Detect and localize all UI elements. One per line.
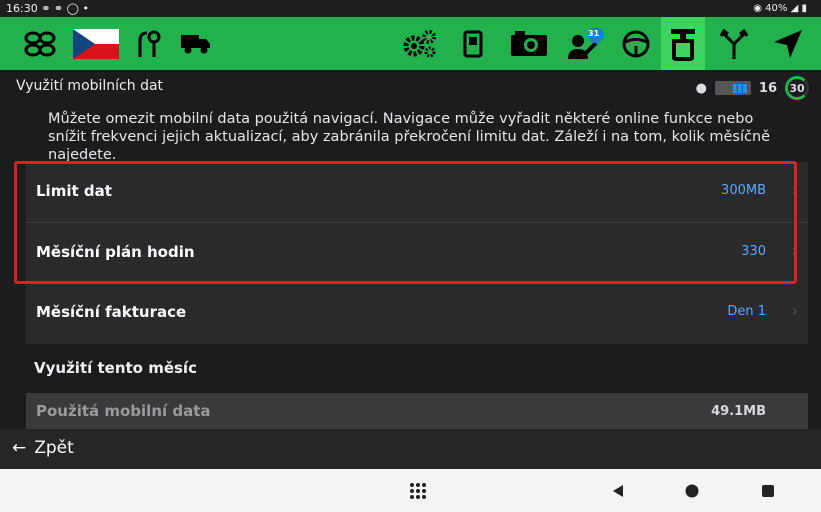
chevron-right-icon: › — [791, 301, 798, 320]
setting-label: Limit dat — [36, 182, 112, 200]
bottom-bar: ← Zpět — [0, 429, 821, 469]
chevron-right-icon: › — [791, 241, 798, 260]
setting-value: Den 1 — [727, 304, 766, 319]
fuel-icon[interactable] — [452, 21, 496, 66]
setting-value: 300MB — [721, 183, 766, 198]
link-icon: ⚭ — [41, 2, 51, 15]
header-counter: 16 — [758, 80, 777, 96]
navigate-icon[interactable] — [762, 21, 814, 66]
notification-badge: 31 — [588, 29, 600, 38]
czech-flag-icon[interactable] — [70, 21, 122, 66]
link-icon: ⚭ — [53, 2, 64, 15]
truck-icon[interactable] — [174, 21, 218, 66]
fork-icon[interactable] — [710, 21, 758, 66]
status-bar: 16:30 ⚭ ⚭ ◯ • ◉ 40% ◢ ▮ — [0, 0, 821, 17]
top-toolbar: 31 — [0, 17, 821, 70]
gears-icon[interactable] — [395, 21, 445, 66]
status-time: 16:30 — [6, 2, 38, 15]
description-text: Můžete omezit mobilní data použitá navig… — [48, 111, 771, 163]
user-icon: ● — [695, 80, 707, 96]
system-nav-bar — [0, 469, 821, 512]
dot-icon: • — [82, 2, 89, 15]
apps-grid-icon[interactable] — [398, 469, 438, 512]
road-sign-icon[interactable] — [661, 17, 705, 70]
setting-label: Měsíční plán hodin — [36, 243, 195, 261]
back-button[interactable]: ← Zpět — [12, 438, 74, 458]
setting-value: 330 — [741, 244, 766, 259]
notifications-icon[interactable]: 31 — [560, 21, 612, 66]
recents-icon[interactable] — [748, 469, 788, 512]
battery-text: 40% — [765, 3, 788, 14]
setting-row-data-limit[interactable]: Limit dat 300MB › — [26, 162, 808, 222]
network-icon[interactable] — [14, 21, 66, 66]
usage-label: Použitá mobilní data — [36, 402, 211, 420]
signal-icon: ◢ — [790, 3, 799, 14]
shield-icon: ◯ — [66, 2, 79, 15]
setting-row-monthly-billing[interactable]: Měsíční fakturace Den 1 › — [26, 283, 808, 344]
steering-wheel-icon[interactable] — [614, 21, 658, 66]
page-title: Využití mobilních dat — [16, 78, 164, 94]
page-header: Využití mobilních dat ● 16 30 — [0, 70, 821, 102]
location-icon: ◉ — [753, 3, 762, 14]
home-icon[interactable] — [672, 469, 712, 512]
section-title: Využití tento měsíc — [34, 359, 197, 377]
chevron-right-icon: › — [791, 180, 798, 199]
progress-ring: 30 — [785, 76, 809, 100]
ring-value: 30 — [789, 81, 805, 95]
back-label: Zpět — [34, 438, 74, 458]
signal-icon — [714, 81, 751, 95]
setting-label: Měsíční fakturace — [36, 303, 187, 321]
usage-row: Použitá mobilní data 49.1MB — [26, 393, 808, 431]
setting-row-monthly-hours[interactable]: Měsíční plán hodin 330 › — [26, 223, 808, 283]
camera-icon[interactable] — [504, 21, 554, 66]
back-icon[interactable] — [598, 469, 638, 512]
route-settings-icon[interactable] — [126, 21, 170, 66]
arrow-left-icon: ← — [12, 438, 27, 458]
usage-value: 49.1MB — [711, 404, 766, 419]
battery-icon: ▮ — [801, 3, 807, 14]
